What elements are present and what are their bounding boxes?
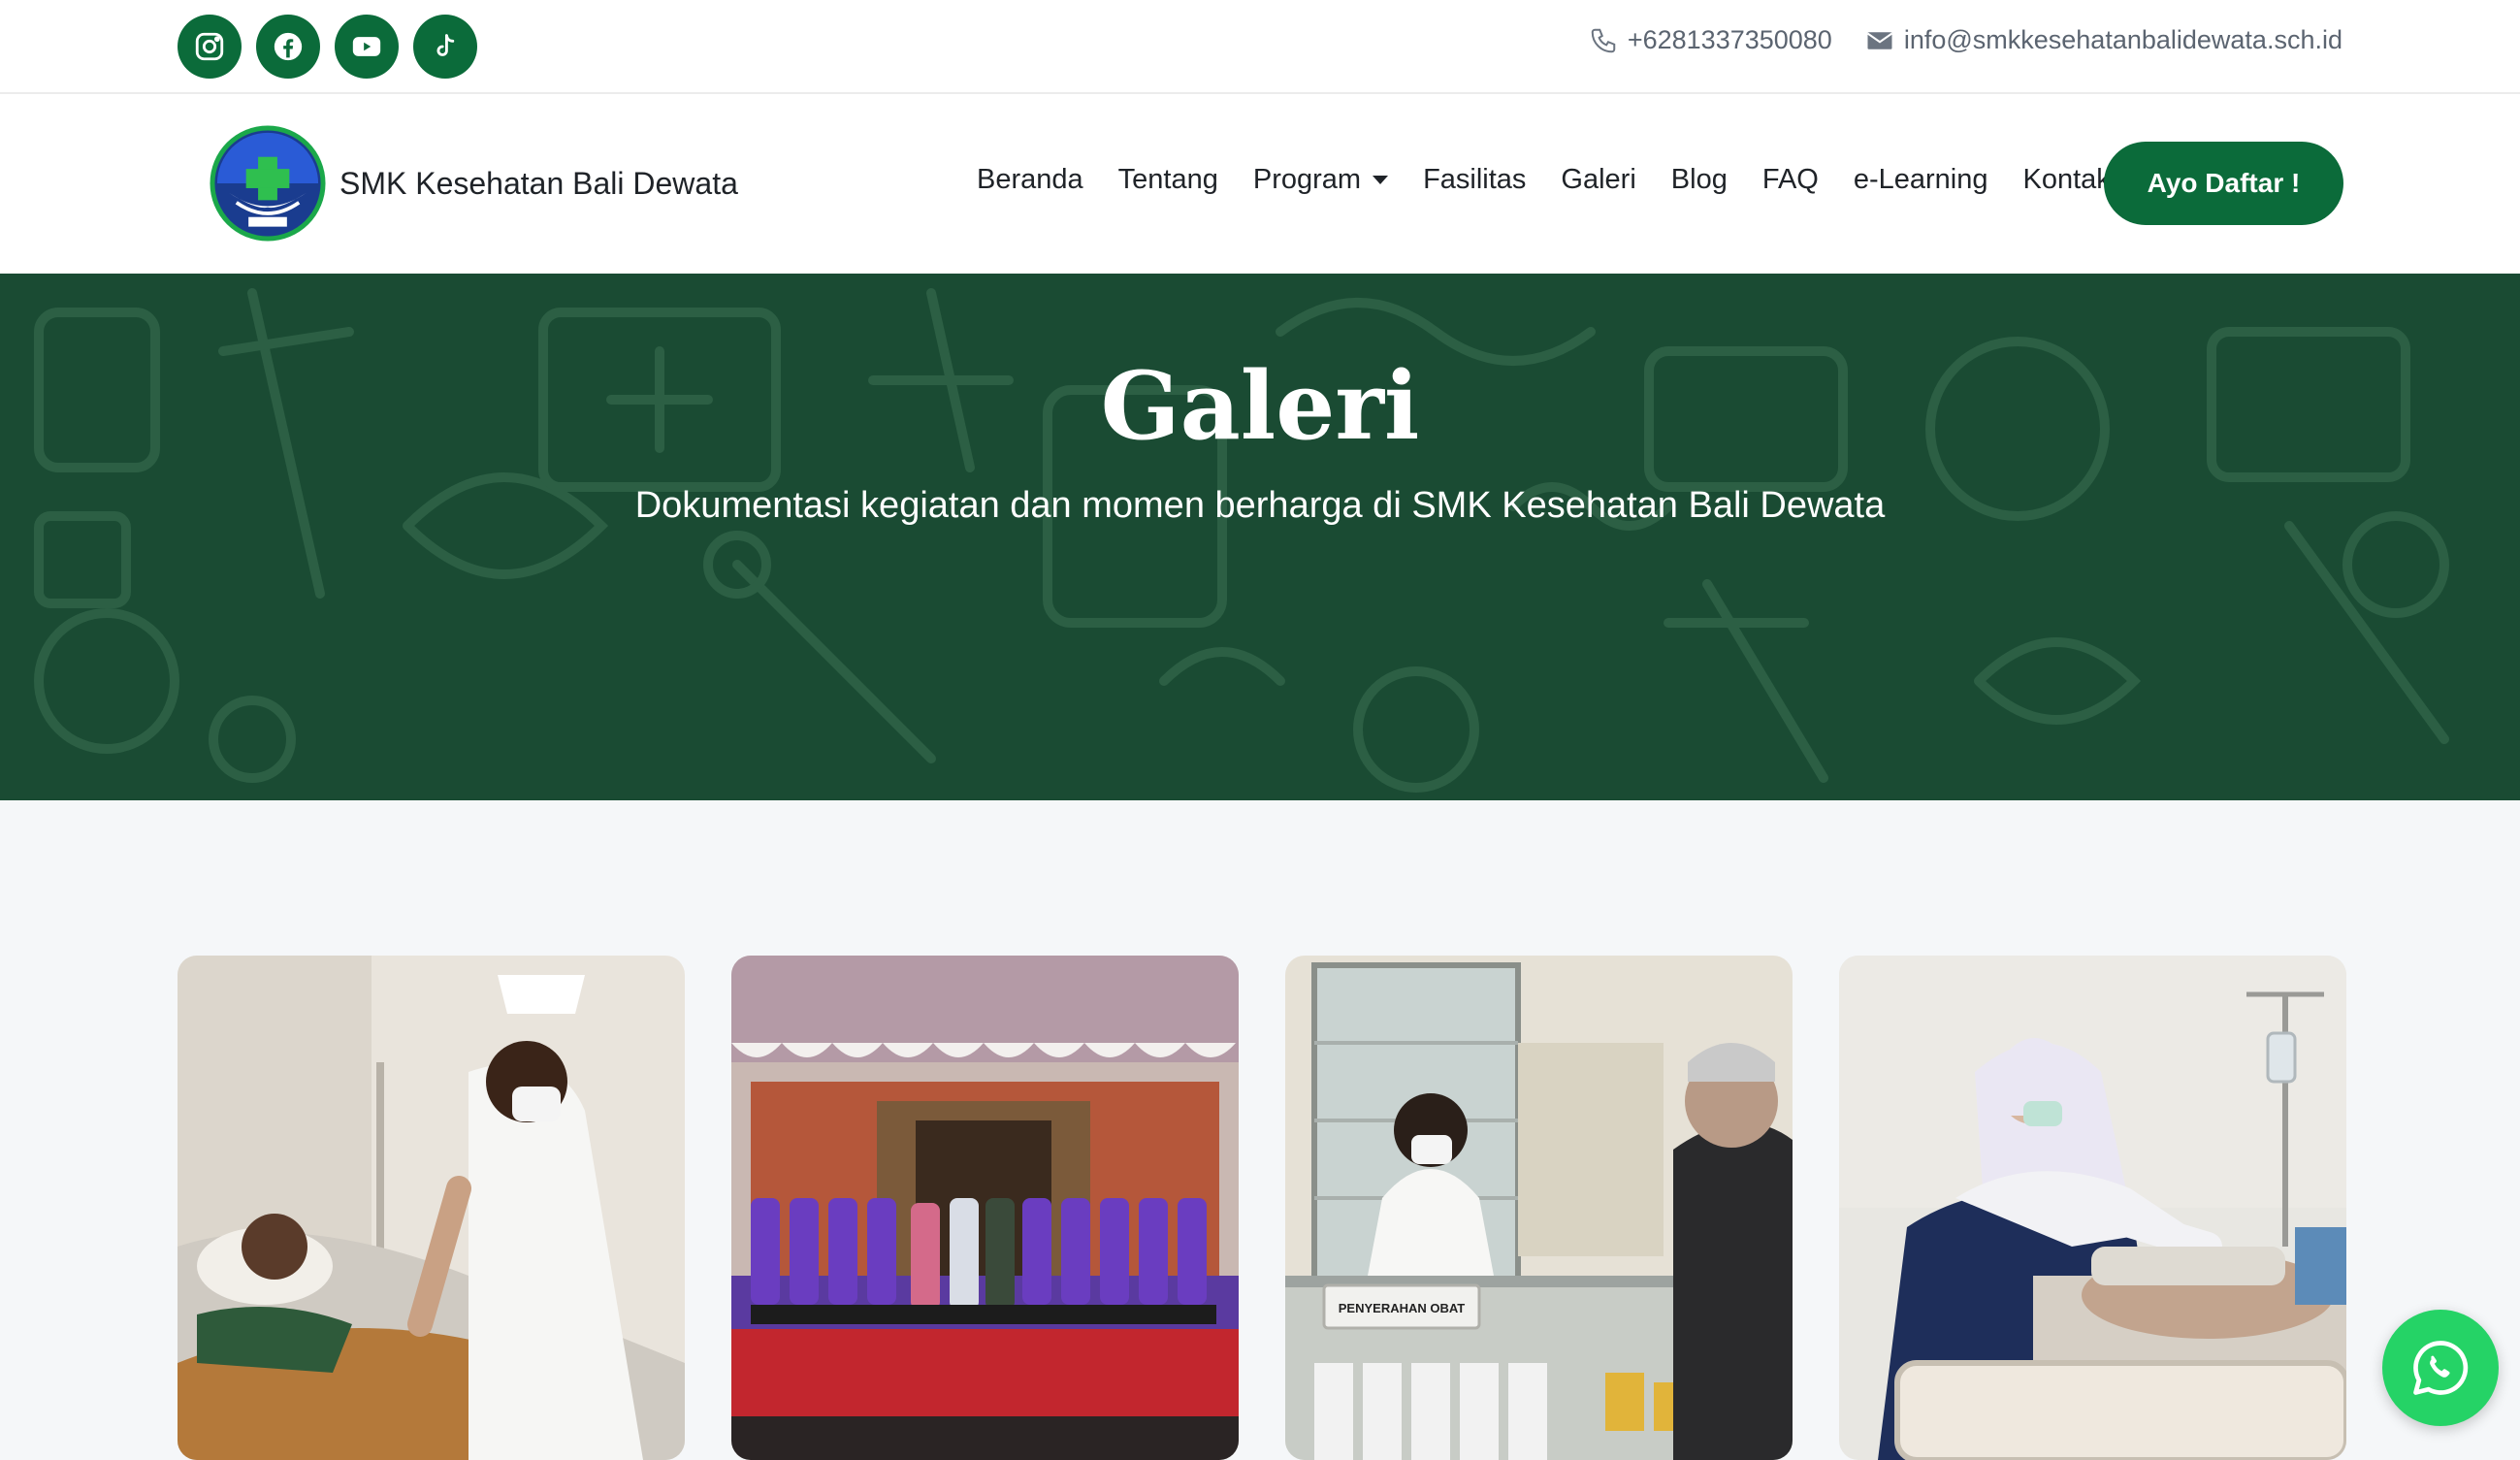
main-navbar: SMK Kesehatan Bali Dewata Beranda Tentan… [0, 94, 2520, 274]
page-title: Galeri [1100, 351, 1420, 461]
nav-tentang[interactable]: Tentang [1118, 164, 1218, 196]
youtube-icon [352, 37, 381, 56]
nav-beranda[interactable]: Beranda [977, 164, 1083, 196]
facebook-link[interactable] [256, 15, 320, 79]
nav-menu: Beranda Tentang Program Fasilitas Galeri… [977, 164, 2111, 196]
email-address: info@smkkesehatanbalidewata.sch.id [1903, 25, 2342, 54]
gallery-item[interactable]: PENYERAHAN OBAT [1285, 956, 1793, 1460]
hero-banner: Galeri Dokumentasi kegiatan dan momen be… [0, 274, 2520, 800]
gallery-grid: PENYERAHAN OBAT [178, 956, 2346, 1460]
pharmacy-sign-text: PENYERAHAN OBAT [1339, 1301, 1466, 1315]
top-bar: +6281337350080 info@smkkesehatanbalidewa… [0, 0, 2520, 94]
page-subtitle: Dokumentasi kegiatan dan momen berharga … [634, 485, 1886, 526]
caret-down-icon [1373, 176, 1389, 184]
whatsapp-icon [2413, 1341, 2469, 1395]
email-contact[interactable]: info@smkkesehatanbalidewata.sch.id [1865, 25, 2342, 55]
envelope-icon [1866, 31, 1892, 49]
instagram-icon [195, 32, 224, 61]
register-button[interactable]: Ayo Daftar ! [2104, 142, 2343, 225]
contact-info: +6281337350080 info@smkkesehatanbalidewa… [1589, 25, 2342, 55]
social-links [178, 15, 477, 79]
nurse-with-patient-photo [178, 956, 685, 1460]
nurse-bedside-photo [1839, 956, 2346, 1460]
nav-program-label: Program [1252, 164, 1362, 195]
nav-fasilitas[interactable]: Fasilitas [1423, 164, 1526, 196]
whatsapp-button[interactable] [2382, 1310, 2499, 1426]
nav-elearning[interactable]: e-Learning [1854, 164, 1988, 196]
instagram-link[interactable] [178, 15, 242, 79]
gallery-item[interactable] [731, 956, 1239, 1460]
phone-contact[interactable]: +6281337350080 [1589, 25, 1832, 55]
gallery-item[interactable] [1839, 956, 2346, 1460]
gallery-item[interactable] [178, 956, 685, 1460]
brand-name: SMK Kesehatan Bali Dewata [339, 165, 738, 201]
nav-blog[interactable]: Blog [1671, 164, 1728, 196]
tiktok-link[interactable] [413, 15, 477, 79]
phone-icon [1591, 28, 1616, 52]
nav-faq[interactable]: FAQ [1762, 164, 1819, 196]
facebook-icon [274, 32, 303, 61]
pharmacy-photo: PENYERAHAN OBAT [1285, 956, 1793, 1460]
group-photo [731, 956, 1239, 1460]
nav-galeri[interactable]: Galeri [1561, 164, 1635, 196]
tiktok-icon [436, 34, 455, 56]
brand-link[interactable]: SMK Kesehatan Bali Dewata [208, 123, 738, 243]
school-logo [210, 125, 326, 242]
youtube-link[interactable] [335, 15, 399, 79]
nav-program[interactable]: Program [1252, 164, 1389, 196]
nav-kontak[interactable]: Kontak [2023, 164, 2111, 196]
phone-number: +6281337350080 [1627, 25, 1832, 54]
